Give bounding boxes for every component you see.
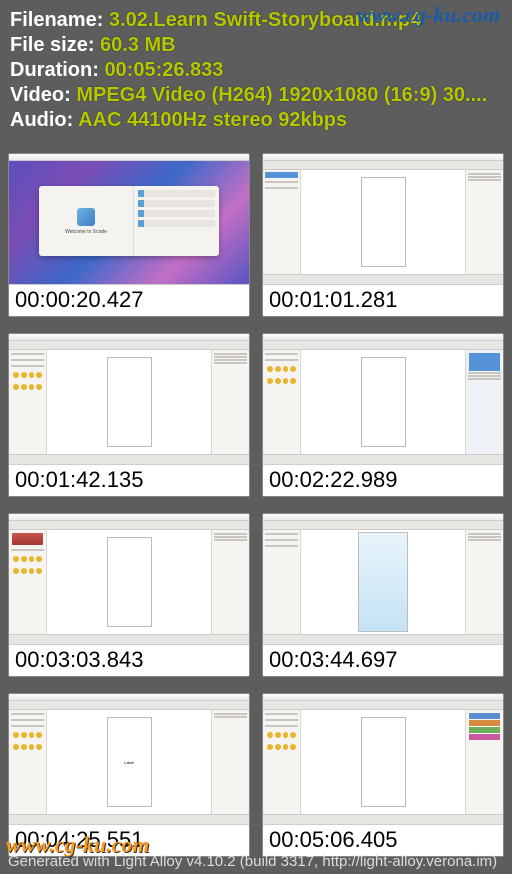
thumbnail-2: 00:01:01.281 bbox=[262, 153, 504, 317]
audio-row: Audio: AAC 44100Hz stereo 92kbps bbox=[10, 108, 502, 133]
duration-value: 00:05:26.833 bbox=[104, 59, 223, 81]
thumbnail-8-image bbox=[263, 694, 503, 824]
thumbnail-3: 00:01:42.135 bbox=[8, 333, 250, 497]
xcode-app-icon bbox=[77, 208, 95, 226]
thumbnail-2-image bbox=[263, 154, 503, 284]
timecode-6: 00:03:44.697 bbox=[263, 644, 503, 676]
audio-label: Audio: bbox=[10, 109, 78, 131]
thumbnail-1-image: Welcome to Xcode bbox=[9, 154, 249, 284]
timecode-1: 00:00:20.427 bbox=[9, 284, 249, 316]
thumbnail-6: 00:03:44.697 bbox=[262, 513, 504, 677]
watermark-bottom: www.cg-ku.com bbox=[6, 832, 149, 858]
thumbnail-4: 00:02:22.989 bbox=[262, 333, 504, 497]
thumbnail-5-image bbox=[9, 514, 249, 644]
thumbnail-7-image: Label bbox=[9, 694, 249, 824]
duration-label: Duration: bbox=[10, 59, 104, 81]
timecode-4: 00:02:22.989 bbox=[263, 464, 503, 496]
filesize-value: 60.3 MB bbox=[100, 34, 176, 56]
watermark-top: www.cg-ku.com bbox=[357, 2, 500, 28]
thumbnail-6-image bbox=[263, 514, 503, 644]
audio-value: AAC 44100Hz stereo 92kbps bbox=[78, 109, 347, 131]
video-value: MPEG4 Video (H264) 1920x1080 (16:9) 30..… bbox=[76, 84, 487, 106]
timecode-5: 00:03:03.843 bbox=[9, 644, 249, 676]
xcode-welcome-title: Welcome to Xcode bbox=[65, 229, 107, 235]
video-row: Video: MPEG4 Video (H264) 1920x1080 (16:… bbox=[10, 83, 502, 108]
thumbnail-5: 00:03:03.843 bbox=[8, 513, 250, 677]
thumbnail-4-image bbox=[263, 334, 503, 464]
filesize-row: File size: 60.3 MB bbox=[10, 33, 502, 58]
timecode-2: 00:01:01.281 bbox=[263, 284, 503, 316]
thumbnail-grid: Welcome to Xcode 00:00:20.427 bbox=[0, 145, 512, 861]
thumbnail-3-image bbox=[9, 334, 249, 464]
thumbnail-8: 00:05:06.405 bbox=[262, 693, 504, 857]
timecode-8: 00:05:06.405 bbox=[263, 824, 503, 856]
timecode-3: 00:01:42.135 bbox=[9, 464, 249, 496]
thumbnail-1: Welcome to Xcode 00:00:20.427 bbox=[8, 153, 250, 317]
duration-row: Duration: 00:05:26.833 bbox=[10, 58, 502, 83]
filename-label: Filename: bbox=[10, 9, 109, 31]
filesize-label: File size: bbox=[10, 34, 100, 56]
video-label: Video: bbox=[10, 84, 76, 106]
